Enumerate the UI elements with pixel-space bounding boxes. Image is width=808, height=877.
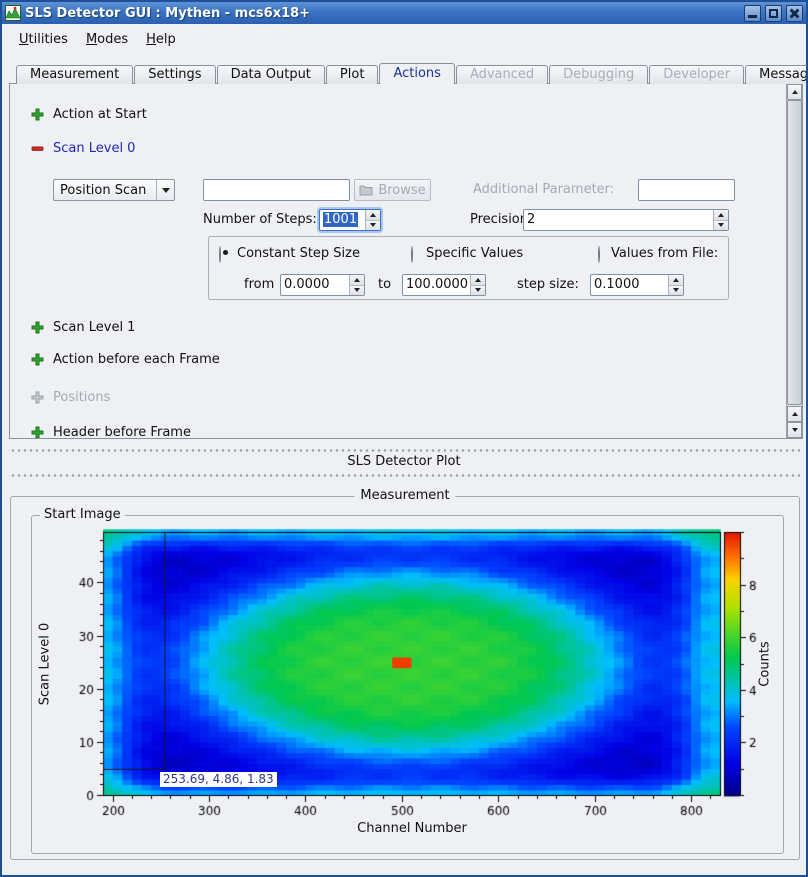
- expand-header-before-frame-icon[interactable]: [31, 426, 44, 439]
- spin-down-icon[interactable]: [366, 221, 380, 231]
- additional-parameter-field[interactable]: [638, 179, 735, 201]
- spin-up-icon[interactable]: [350, 275, 364, 286]
- menu-utilities[interactable]: Utilities: [10, 29, 77, 50]
- close-button[interactable]: [786, 5, 803, 22]
- maximize-button[interactable]: [765, 5, 782, 22]
- tab-data-output[interactable]: Data Output: [217, 65, 325, 84]
- radio-constant-step-size[interactable]: [219, 246, 221, 263]
- measurement-groupbox: Measurement Start Image Scan Level 0 Cou…: [10, 496, 800, 860]
- minimize-button[interactable]: [744, 5, 761, 22]
- radio-specific-values-label[interactable]: Specific Values: [426, 247, 523, 261]
- spin-up-icon[interactable]: [714, 210, 728, 221]
- number-of-steps-label: Number of Steps:: [203, 213, 317, 227]
- to-spinbox[interactable]: 100.0000: [402, 274, 486, 296]
- plot-dock-title: SLS Detector Plot: [4, 454, 804, 469]
- from-spinbox[interactable]: 0.0000: [280, 274, 365, 296]
- scan-mode-combobox[interactable]: Position Scan: [53, 179, 175, 201]
- spin-down-icon[interactable]: [471, 286, 485, 296]
- expand-positions-icon[interactable]: [31, 391, 44, 404]
- app-icon: [5, 5, 21, 21]
- scan-level-0-label[interactable]: Scan Level 0: [53, 142, 135, 156]
- spin-down-icon[interactable]: [714, 221, 728, 231]
- browse-button[interactable]: Browse: [354, 179, 431, 201]
- scrollbar-thumb[interactable]: [787, 100, 802, 405]
- menu-help[interactable]: Help: [137, 29, 185, 50]
- scroll-up-button[interactable]: [787, 84, 802, 100]
- radio-values-from-file[interactable]: [598, 246, 600, 263]
- tab-actions[interactable]: Actions: [379, 63, 455, 84]
- number-of-steps-value: 1001: [323, 212, 358, 227]
- from-value: 0.0000: [281, 275, 349, 295]
- action-before-frame-label[interactable]: Action before each Frame: [53, 353, 220, 367]
- splitter-handle[interactable]: [8, 447, 800, 453]
- to-label: to: [378, 278, 391, 292]
- colorbar-title: Counts: [758, 641, 773, 686]
- radio-values-from-file-label[interactable]: Values from File:: [611, 247, 718, 261]
- app-window: SLS Detector GUI : Mythen - mcs6x18+ Uti…: [0, 0, 808, 877]
- spin-up-icon[interactable]: [669, 275, 683, 286]
- precision-spinbox[interactable]: 2: [523, 209, 729, 231]
- tab-settings[interactable]: Settings: [134, 65, 215, 84]
- cursor-readout: 253.69, 4.86, 1.83: [160, 772, 277, 787]
- tab-developer[interactable]: Developer: [649, 65, 744, 84]
- collapse-scan-level-0-icon[interactable]: [31, 142, 44, 155]
- menu-modes[interactable]: Modes: [77, 29, 137, 50]
- tab-bar: Measurement Settings Data Output Plot Ac…: [16, 63, 798, 84]
- x-axis-title: Channel Number: [357, 821, 467, 836]
- measurement-group-title: Measurement: [354, 488, 455, 503]
- spin-down-icon[interactable]: [350, 286, 364, 296]
- spin-up-icon[interactable]: [471, 275, 485, 286]
- scan-mode-value: Position Scan: [54, 183, 156, 198]
- from-label: from: [244, 278, 274, 292]
- scan-level-1-label[interactable]: Scan Level 1: [53, 321, 135, 335]
- folder-icon: [359, 184, 373, 196]
- start-image-frame: Start Image Scan Level 0 Counts Channel …: [31, 515, 784, 854]
- header-before-frame-label[interactable]: Header before Frame: [53, 426, 191, 439]
- vertical-scrollbar[interactable]: [786, 84, 802, 438]
- radio-specific-values[interactable]: [411, 246, 413, 263]
- tab-advanced[interactable]: Advanced: [456, 65, 548, 84]
- step-mode-groupbox: Constant Step Size Specific Values Value…: [208, 236, 729, 300]
- step-size-spinbox[interactable]: 0.1000: [590, 274, 684, 296]
- tab-messages[interactable]: Messages: [745, 65, 808, 84]
- radio-constant-step-size-label[interactable]: Constant Step Size: [237, 247, 360, 261]
- action-at-start-label[interactable]: Action at Start: [53, 108, 147, 122]
- tab-debugging[interactable]: Debugging: [549, 65, 648, 84]
- window-title: SLS Detector GUI : Mythen - mcs6x18+: [25, 6, 740, 21]
- chevron-down-icon[interactable]: [156, 180, 174, 200]
- positions-label: Positions: [53, 391, 110, 405]
- step-size-value: 0.1000: [591, 275, 668, 295]
- precision-value: 2: [524, 210, 713, 230]
- scan-script-field[interactable]: [203, 179, 350, 201]
- splitter-handle[interactable]: [8, 472, 800, 478]
- actions-panel: Action at Start Scan Level 0 Position Sc…: [9, 83, 803, 439]
- to-value: 100.0000: [403, 275, 470, 295]
- browse-button-label: Browse: [378, 183, 425, 198]
- heatmap-canvas[interactable]: [32, 516, 783, 850]
- additional-parameter-label: Additional Parameter:: [473, 183, 614, 197]
- spin-up-icon[interactable]: [366, 210, 380, 221]
- y-axis-title: Scan Level 0: [38, 623, 53, 705]
- expand-action-at-start-icon[interactable]: [31, 108, 44, 121]
- titlebar: SLS Detector GUI : Mythen - mcs6x18+: [2, 2, 806, 24]
- menubar: Utilities Modes Help: [4, 26, 804, 52]
- scroll-down-button[interactable]: [787, 422, 802, 438]
- tab-plot[interactable]: Plot: [326, 65, 379, 84]
- scroll-up-button-bottom[interactable]: [787, 406, 802, 422]
- number-of-steps-spinbox[interactable]: 1001: [319, 209, 381, 231]
- step-size-label: step size:: [517, 278, 579, 292]
- expand-action-before-frame-icon[interactable]: [31, 353, 44, 366]
- spin-down-icon[interactable]: [669, 286, 683, 296]
- expand-scan-level-1-icon[interactable]: [31, 321, 44, 334]
- tab-measurement[interactable]: Measurement: [16, 65, 133, 84]
